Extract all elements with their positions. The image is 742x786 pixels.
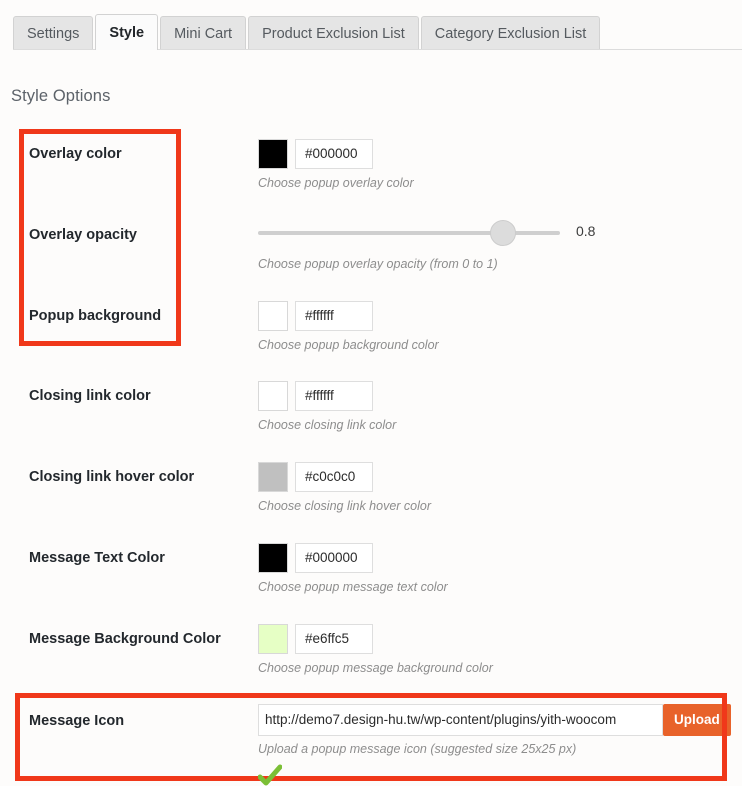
- tab-bar: Settings Style Mini Cart Product Exclusi…: [0, 14, 742, 50]
- field-message-text-color: #000000: [258, 543, 373, 573]
- hint-overlay-color: Choose popup overlay color: [258, 176, 414, 190]
- label-message-icon: Message Icon: [29, 713, 125, 729]
- hint-message-background-color: Choose popup message background color: [258, 661, 493, 675]
- field-message-background-color: #e6ffc5: [258, 624, 373, 654]
- hint-closing-link-color: Choose closing link color: [258, 418, 397, 432]
- upload-button[interactable]: Upload: [663, 704, 731, 736]
- label-overlay-opacity: Overlay opacity: [29, 227, 137, 243]
- field-popup-background: #ffffff: [258, 301, 373, 331]
- tab-style[interactable]: Style: [95, 14, 159, 50]
- color-swatch-closing-link-color[interactable]: [258, 381, 288, 411]
- hex-input-closing-link-color[interactable]: #ffffff: [295, 381, 373, 411]
- page-title: Style Options: [11, 87, 111, 105]
- hint-message-text-color: Choose popup message text color: [258, 580, 448, 594]
- hex-input-overlay-color[interactable]: #000000: [295, 139, 373, 169]
- check-icon: [258, 764, 282, 786]
- tab-settings[interactable]: Settings: [13, 16, 94, 50]
- message-icon-url-input[interactable]: http://demo7.design-hu.tw/wp-content/plu…: [258, 704, 663, 736]
- color-swatch-popup-background[interactable]: [258, 301, 288, 331]
- slider-handle[interactable]: [490, 220, 516, 246]
- slider-overlay-opacity[interactable]: 0.8: [258, 220, 595, 246]
- label-overlay-color: Overlay color: [29, 146, 122, 162]
- color-swatch-closing-link-hover-color[interactable]: [258, 462, 288, 492]
- hex-input-popup-background[interactable]: #ffffff: [295, 301, 373, 331]
- hex-input-closing-link-hover-color[interactable]: #c0c0c0: [295, 462, 373, 492]
- color-swatch-overlay-color[interactable]: [258, 139, 288, 169]
- hex-input-message-background-color[interactable]: #e6ffc5: [295, 624, 373, 654]
- field-message-icon: http://demo7.design-hu.tw/wp-content/plu…: [258, 704, 731, 736]
- hint-closing-link-hover-color: Choose closing link hover color: [258, 499, 432, 513]
- tab-category-exclusion-list[interactable]: Category Exclusion List: [420, 16, 601, 50]
- tab-list: Settings Style Mini Cart Product Exclusi…: [13, 14, 602, 50]
- hint-message-icon: Upload a popup message icon (suggested s…: [258, 742, 577, 756]
- label-closing-link-hover-color: Closing link hover color: [29, 469, 195, 485]
- field-overlay-color: #000000: [258, 139, 373, 169]
- label-closing-link-color: Closing link color: [29, 388, 151, 404]
- label-popup-background: Popup background: [29, 308, 162, 324]
- slider-value-overlay-opacity: 0.8: [576, 223, 596, 239]
- field-closing-link-color: #ffffff: [258, 381, 373, 411]
- hint-popup-background: Choose popup background color: [258, 338, 439, 352]
- label-message-text-color: Message Text Color: [29, 550, 165, 566]
- hint-overlay-opacity: Choose popup overlay opacity (from 0 to …: [258, 257, 498, 271]
- color-swatch-message-background-color[interactable]: [258, 624, 288, 654]
- hex-input-message-text-color[interactable]: #000000: [295, 543, 373, 573]
- field-closing-link-hover-color: #c0c0c0: [258, 462, 373, 492]
- tab-mini-cart[interactable]: Mini Cart: [160, 16, 247, 50]
- tab-product-exclusion-list[interactable]: Product Exclusion List: [248, 16, 419, 50]
- label-message-background-color: Message Background Color: [29, 631, 221, 647]
- color-swatch-message-text-color[interactable]: [258, 543, 288, 573]
